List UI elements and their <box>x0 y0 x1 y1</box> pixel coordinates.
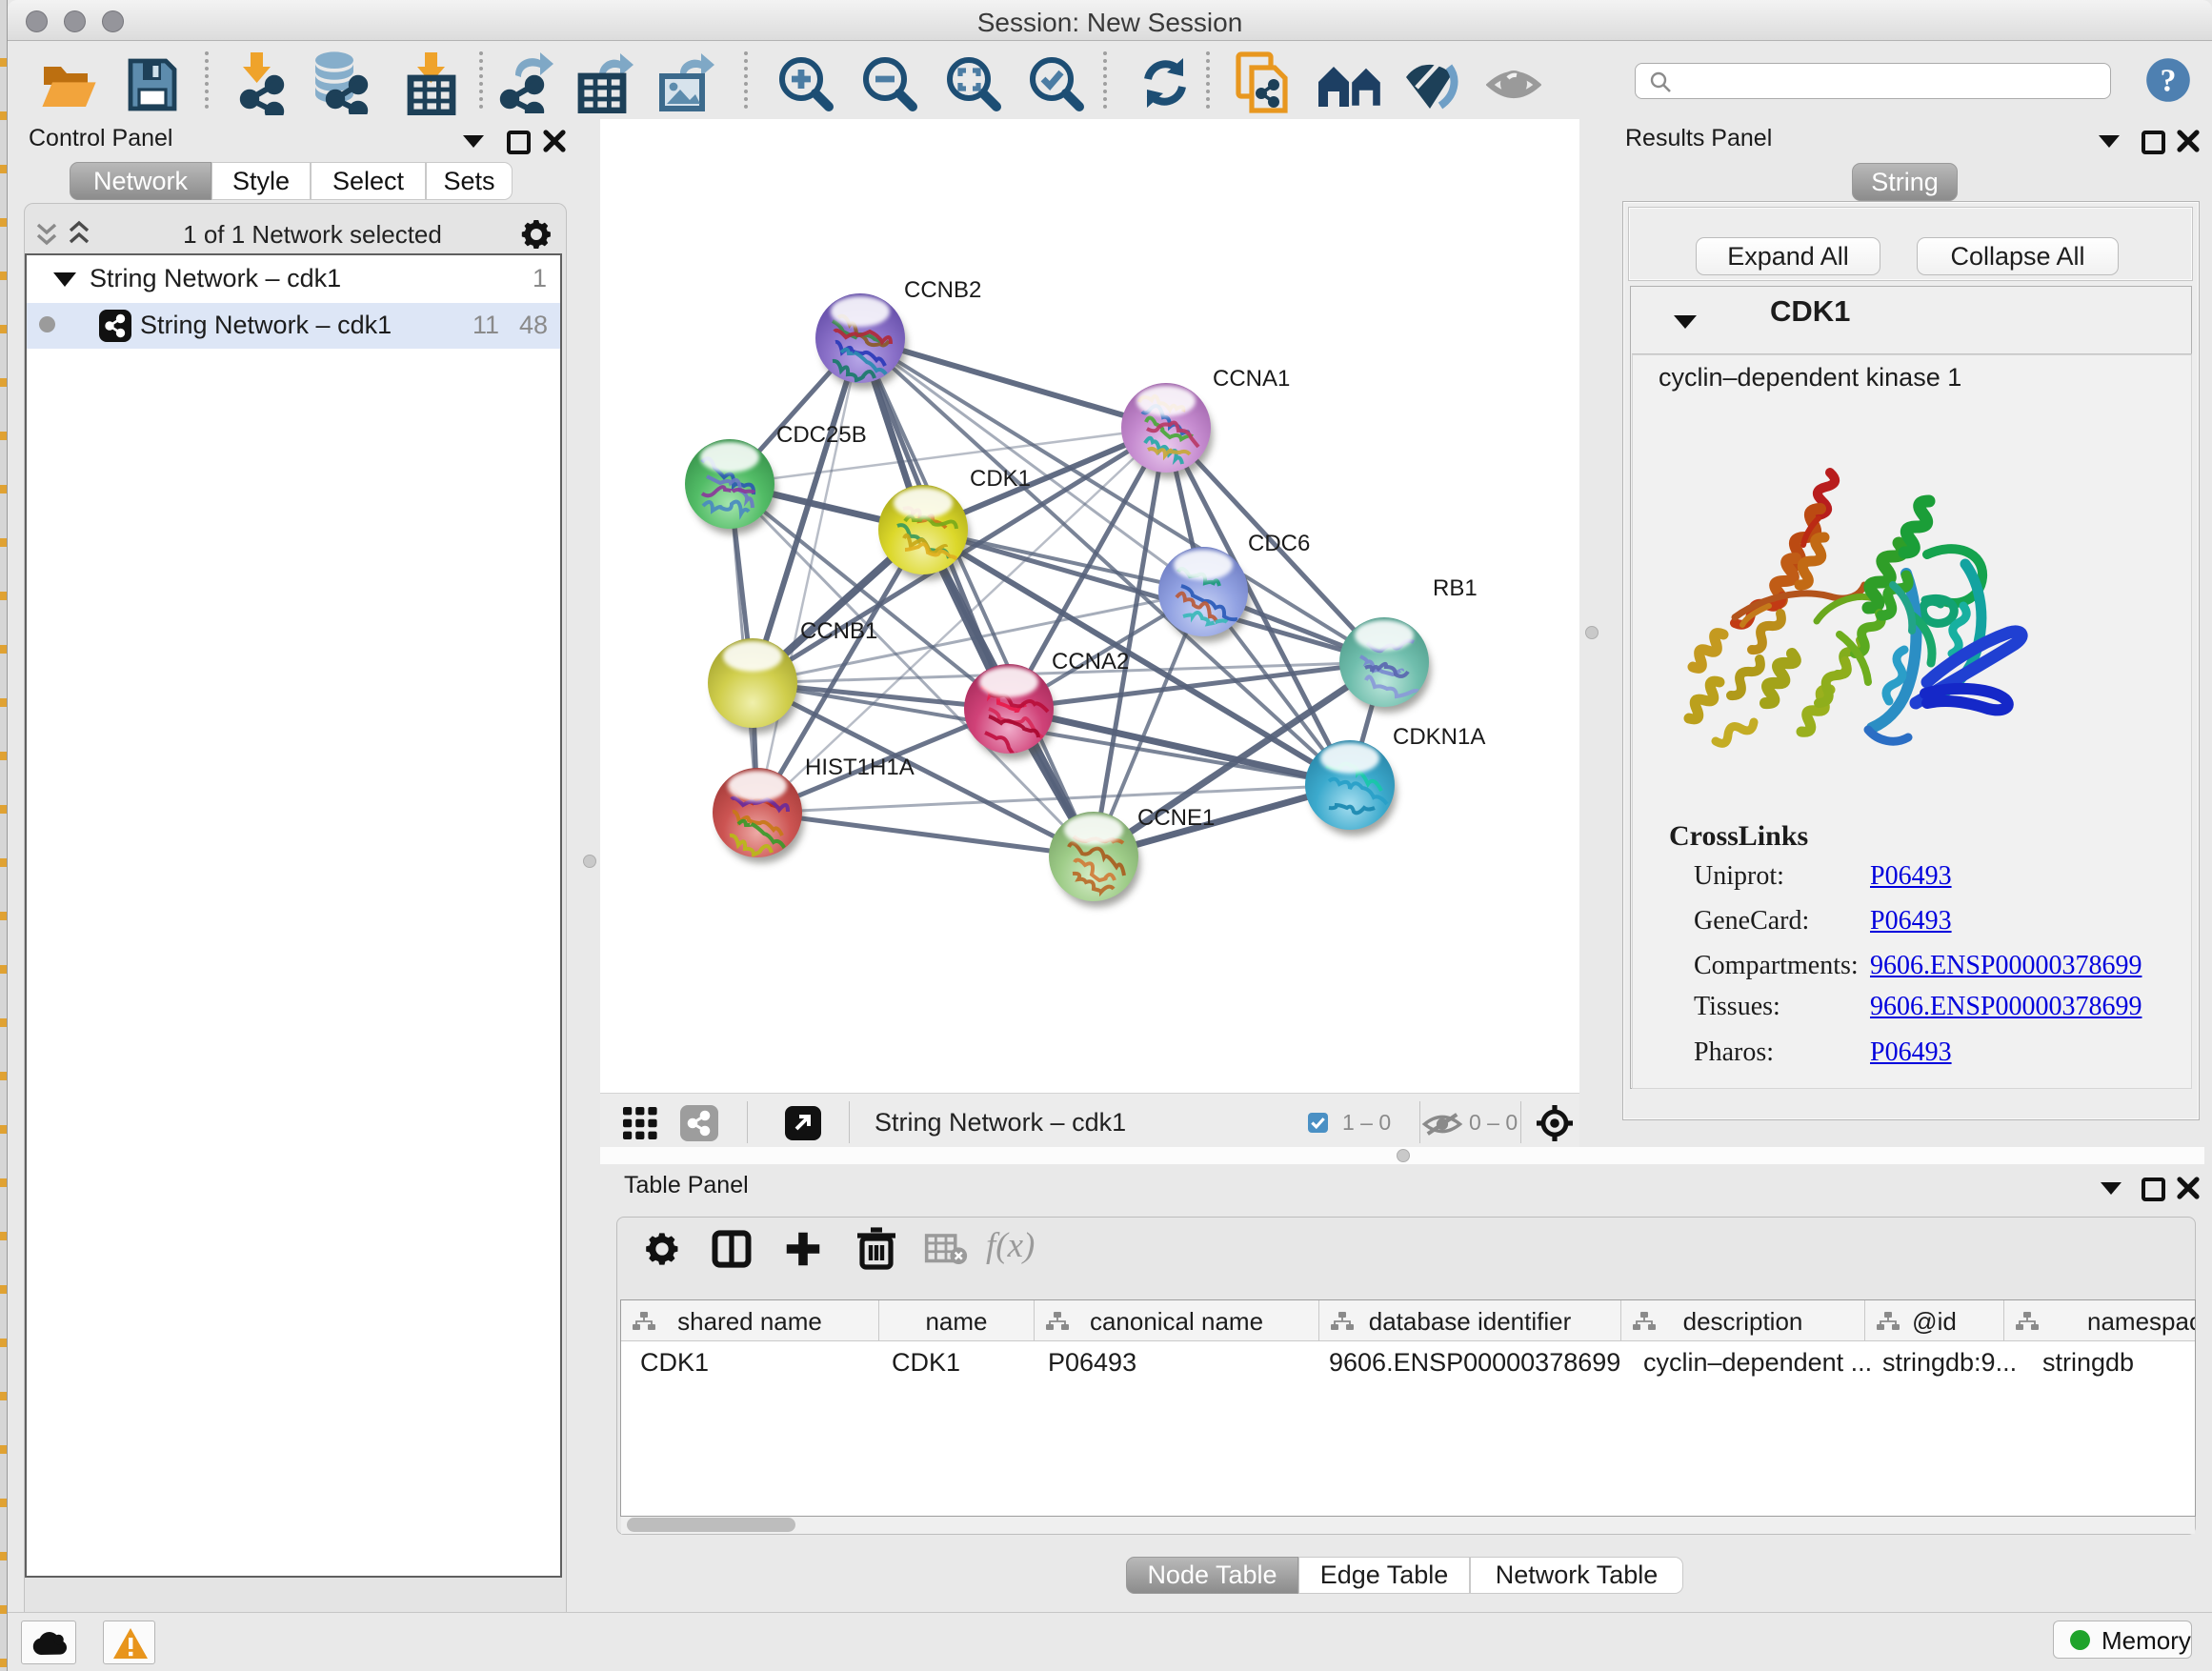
svg-text:CDK1: CDK1 <box>970 466 1031 492</box>
svg-text:CDKN1A: CDKN1A <box>1393 724 1485 750</box>
svg-text:CDC6: CDC6 <box>1248 531 1310 556</box>
svg-text:CCNE1: CCNE1 <box>1137 805 1215 831</box>
svg-text:CDC25B: CDC25B <box>776 422 867 448</box>
svg-text:CCNA1: CCNA1 <box>1213 366 1290 392</box>
svg-text:RB1: RB1 <box>1433 575 1478 601</box>
svg-text:?: ? <box>2161 64 2177 99</box>
svg-text:CCNA2: CCNA2 <box>1052 649 1129 674</box>
svg-text:CCNB1: CCNB1 <box>800 618 877 644</box>
svg-text:HIST1H1A: HIST1H1A <box>805 755 915 780</box>
svg-text:CCNB2: CCNB2 <box>904 277 981 303</box>
